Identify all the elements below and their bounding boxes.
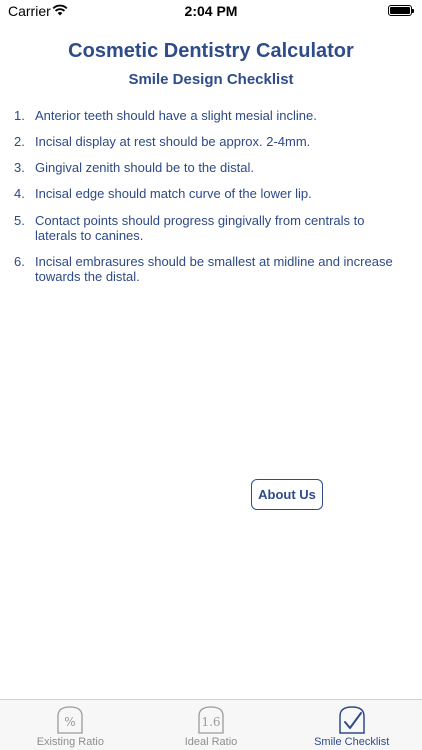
list-item: 5. Contact points should progress gingiv… — [14, 213, 402, 243]
checkmark-icon — [338, 706, 365, 734]
tab-label: Ideal Ratio — [184, 736, 238, 748]
page-title: Cosmetic Dentistry Calculator — [68, 40, 354, 62]
list-item: 3. Gingival zenith should be to the dist… — [14, 160, 402, 175]
page-subtitle: Smile Design Checklist — [128, 71, 294, 88]
tab-ideal-ratio[interactable]: 1.6 Ideal Ratio — [141, 700, 282, 750]
battery-icon — [388, 5, 414, 16]
list-item-number: 2. — [14, 134, 25, 149]
list-item-text: Incisal display at rest should be approx… — [35, 134, 311, 149]
list-item-text: Contact points should progress gingivall… — [35, 213, 365, 243]
tab-existing-ratio[interactable]: % Existing Ratio — [0, 700, 141, 750]
list-item: 4. Incisal edge should match curve of th… — [14, 186, 402, 201]
svg-text:%: % — [65, 715, 76, 729]
list-item: 1. Anterior teeth should have a slight m… — [14, 108, 402, 123]
tab-bar: % Existing Ratio 1.6 Ideal Ratio Smile C… — [0, 699, 422, 750]
list-item-text: Incisal edge should match curve of the l… — [35, 186, 312, 201]
list-item-number: 5. — [14, 213, 25, 228]
list-item-text: Anterior teeth should have a slight mesi… — [35, 108, 317, 123]
percent-icon: % — [57, 706, 83, 734]
tab-label: Existing Ratio — [36, 736, 104, 748]
list-item-number: 1. — [14, 108, 25, 123]
list-item: 6. Incisal embrasures should be smallest… — [14, 254, 402, 284]
list-item-number: 3. — [14, 160, 25, 175]
about-us-button[interactable]: About Us — [251, 479, 323, 510]
ratio-icon: 1.6 — [198, 706, 224, 734]
list-item-number: 6. — [14, 254, 25, 269]
list-item-text: Incisal embrasures should be smallest at… — [35, 254, 393, 284]
tab-smile-checklist[interactable]: Smile Checklist — [281, 700, 422, 750]
tab-label: Smile Checklist — [314, 736, 390, 748]
list-item-text: Gingival zenith should be to the distal. — [35, 160, 254, 175]
clock: 2:04 PM — [184, 3, 238, 19]
list-item-number: 4. — [14, 186, 25, 201]
svg-text:1.6: 1.6 — [201, 715, 220, 729]
list-item: 2. Incisal display at rest should be app… — [14, 134, 402, 149]
status-bar: Carrier 2:04 PM — [0, 0, 422, 22]
